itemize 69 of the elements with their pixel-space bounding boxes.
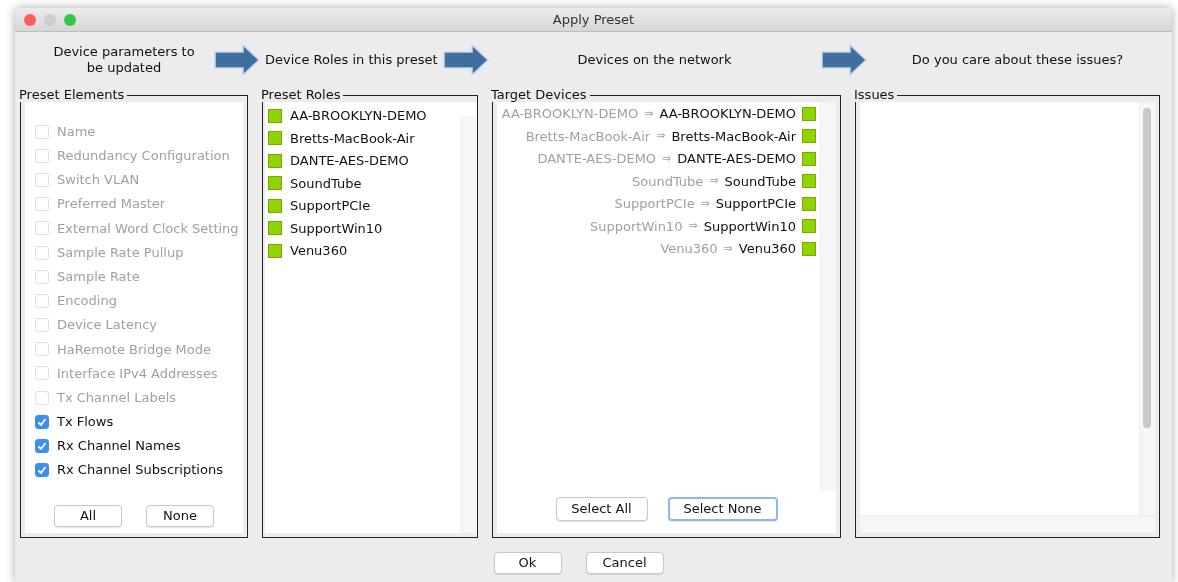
- checkbox-label: Device Latency: [57, 316, 157, 335]
- mapping-arrow: ⇒: [709, 173, 719, 189]
- role-name[interactable]: SoundTube: [290, 173, 362, 193]
- action-button[interactable]: Select None: [667, 497, 778, 521]
- mapping-arrow: ⇒: [723, 240, 733, 257]
- step-label: Do you care about these issues?: [910, 51, 1125, 70]
- checkbox-label: Redundancy Configuration: [57, 147, 230, 166]
- zoom-icon[interactable]: [64, 14, 76, 26]
- dialog-button[interactable]: Cancel: [585, 552, 664, 574]
- role-name[interactable]: SupportWin10: [290, 218, 383, 238]
- target-device-name[interactable]: AA-BROOKLYN-DEMO: [659, 104, 796, 124]
- right-arrow-icon: [819, 43, 868, 77]
- scrollbar-thumb[interactable]: [1143, 108, 1151, 428]
- checkbox-label: Encoding: [57, 292, 117, 311]
- target-device-name[interactable]: SupportPCIe: [715, 194, 796, 214]
- role-name[interactable]: SupportPCIe: [290, 196, 371, 216]
- source-device-name: Venu360: [660, 240, 718, 258]
- panel-title: Issues: [853, 88, 896, 102]
- checkbox-label: Tx Flows: [57, 413, 114, 432]
- checkbox-label: Tx Channel Labels: [57, 388, 177, 407]
- target-device-name[interactable]: Venu360: [738, 239, 796, 259]
- panel-title: Target Devices: [490, 88, 588, 102]
- dialog-button[interactable]: Ok: [493, 552, 562, 574]
- checkbox-label: Preferred Master: [57, 195, 166, 214]
- step-label: Device Roles in this preset: [265, 51, 438, 70]
- source-device-name: SoundTube: [631, 172, 704, 191]
- checkbox-label: Sample Rate Pullup: [57, 243, 184, 262]
- right-arrow-icon: [213, 43, 261, 77]
- target-device-name[interactable]: SupportWin10: [703, 216, 796, 236]
- action-button[interactable]: Select All: [555, 497, 648, 521]
- step-label: Devices on the network: [576, 51, 733, 70]
- role-name[interactable]: Bretts-MacBook-Air: [290, 128, 415, 148]
- target-device-name[interactable]: SoundTube: [724, 171, 796, 191]
- checkbox[interactable]: [35, 439, 49, 454]
- action-button[interactable]: None: [146, 504, 214, 527]
- close-icon[interactable]: [24, 14, 36, 26]
- mapping-arrow: ⇒: [656, 128, 666, 144]
- mapping-arrow: ⇒: [644, 105, 654, 122]
- mapping-arrow: ⇒: [662, 150, 672, 167]
- panel-title: Preset Roles: [260, 88, 342, 102]
- source-device-name: Bretts-MacBook-Air: [525, 127, 651, 146]
- checkbox-label: Rx Channel Subscriptions: [57, 461, 223, 480]
- source-device-name: SupportPCIe: [614, 195, 695, 213]
- checkbox-label: Switch VLAN: [57, 171, 140, 190]
- target-device-name[interactable]: Bretts-MacBook-Air: [671, 126, 796, 146]
- role-name[interactable]: AA-BROOKLYN-DEMO: [290, 106, 427, 126]
- role-name[interactable]: Venu360: [290, 241, 348, 261]
- target-device-name[interactable]: DANTE-AES-DEMO: [677, 149, 796, 169]
- checkbox-label: Interface IPv4 Addresses: [57, 364, 218, 383]
- source-device-name: AA-BROOKLYN-DEMO: [501, 105, 639, 123]
- role-name[interactable]: DANTE-AES-DEMO: [290, 151, 409, 171]
- checkbox-label: Sample Rate: [57, 267, 140, 286]
- right-arrow-icon: [441, 43, 490, 77]
- checkbox-label: Name: [57, 122, 96, 141]
- source-device-name: SupportWin10: [590, 217, 683, 236]
- vertical-scrollbar[interactable]: [461, 116, 477, 533]
- checkbox[interactable]: [35, 414, 49, 429]
- window-title: Apply Preset: [552, 12, 635, 27]
- mapping-arrow: ⇒: [688, 218, 698, 234]
- step-label: Device parameters to be updated: [52, 44, 196, 76]
- checkbox[interactable]: [35, 463, 49, 478]
- checkbox-label: External Word Clock Setting: [57, 219, 239, 238]
- source-device-name: DANTE-AES-DEMO: [537, 150, 657, 168]
- action-button[interactable]: All: [54, 504, 122, 527]
- minimize-icon[interactable]: [44, 14, 56, 26]
- checkbox-label: HaRemote Bridge Mode: [57, 340, 211, 359]
- checkbox-label: Rx Channel Names: [57, 437, 181, 456]
- mapping-arrow: ⇒: [700, 195, 710, 212]
- panel-title: Preset Elements: [18, 88, 126, 102]
